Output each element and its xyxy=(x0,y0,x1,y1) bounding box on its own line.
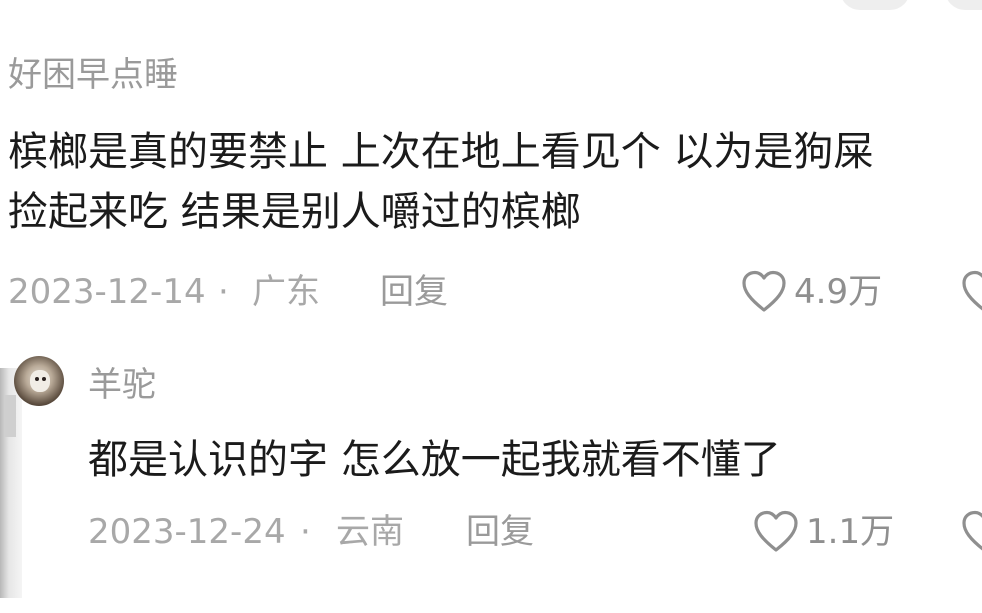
heart-outline-icon[interactable] xyxy=(960,510,982,554)
heart-outline-icon xyxy=(742,270,786,312)
comment-text-line: 槟榔是真的要禁止 上次在地上看见个 以为是狗屎 xyxy=(8,129,874,175)
reply-button[interactable]: 回复 xyxy=(380,275,448,309)
heart-outline-icon xyxy=(754,510,798,552)
comment-text-line: 都是认识的字 怎么放一起我就看不懂了 xyxy=(88,437,781,483)
comment-date: 2023-12-24 xyxy=(88,512,286,552)
top-edge-shape xyxy=(945,0,982,10)
reply-button[interactable]: 回复 xyxy=(466,515,534,549)
comment-text-line: 捡起来吃 结果是别人嚼过的槟榔 xyxy=(8,189,581,235)
comment-location: 广东 xyxy=(252,272,320,312)
top-edge-blur xyxy=(0,0,982,14)
blurred-edge xyxy=(4,395,16,437)
avatar[interactable] xyxy=(14,356,64,406)
comment-location: 云南 xyxy=(336,512,404,552)
comment-date: 2023-12-14 xyxy=(8,272,206,312)
heart-outline-icon[interactable] xyxy=(960,270,982,314)
like-count: 1.1万 xyxy=(806,512,895,552)
like-button[interactable]: 1.1万 xyxy=(752,510,894,554)
comment-username[interactable]: 羊驼 xyxy=(88,368,156,402)
avatar-eye xyxy=(42,377,46,381)
comment-username[interactable]: 好困早点睡 xyxy=(8,58,178,92)
meta-separator: · xyxy=(218,272,229,312)
like-button[interactable]: 4.9万 xyxy=(740,270,882,314)
avatar-eye xyxy=(35,377,39,381)
avatar-face xyxy=(30,370,50,392)
like-count: 4.9万 xyxy=(794,272,883,312)
meta-separator: · xyxy=(300,512,311,552)
top-edge-shape xyxy=(840,0,910,10)
